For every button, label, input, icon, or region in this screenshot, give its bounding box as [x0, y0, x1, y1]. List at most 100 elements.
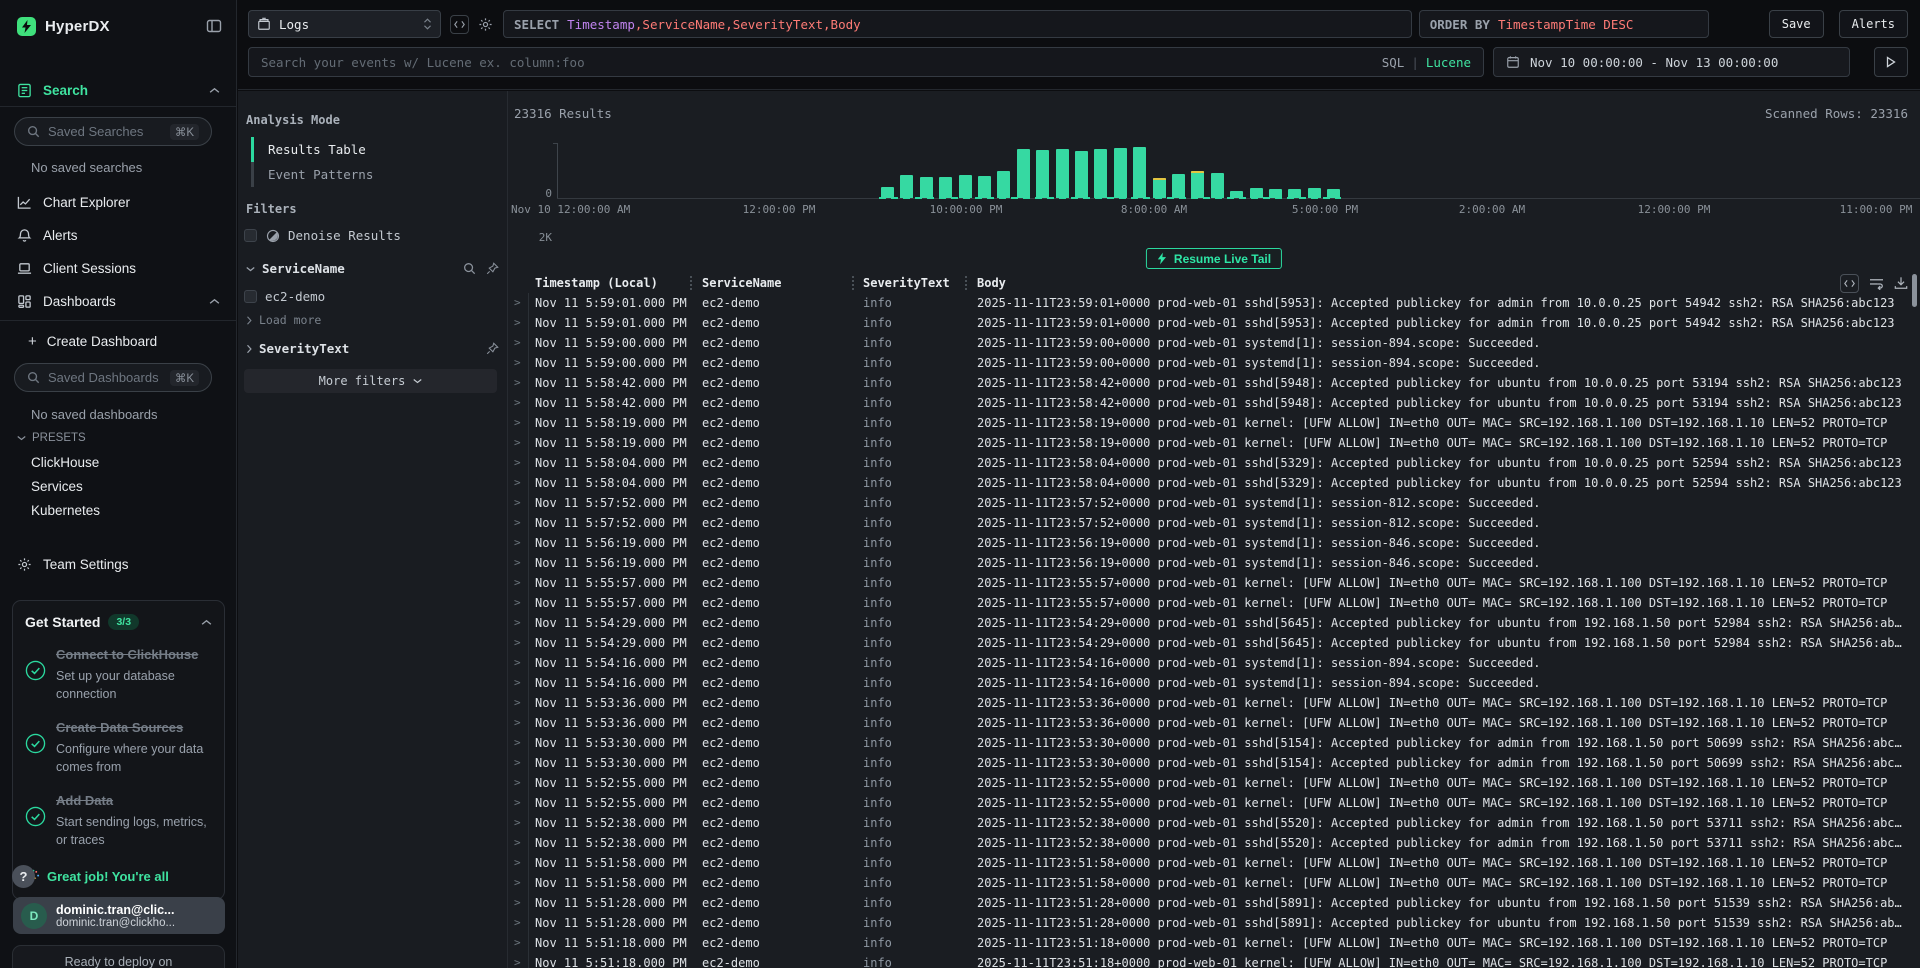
column-resize-handle[interactable]: [852, 276, 854, 290]
mode-results-table[interactable]: Results Table: [251, 137, 373, 162]
histogram-bar[interactable]: [1269, 189, 1282, 198]
download-icon[interactable]: [1894, 276, 1908, 290]
table-row[interactable]: >Nov 11 5:55:57.000 PMec2-demoinfo2025-1…: [508, 573, 1920, 593]
lang-toggle-sql[interactable]: SQL: [1382, 55, 1405, 70]
table-row[interactable]: >Nov 11 5:58:04.000 PMec2-demoinfo2025-1…: [508, 453, 1920, 473]
row-expand-chevron[interactable]: >: [508, 693, 529, 713]
resume-live-tail-button[interactable]: Resume Live Tail: [1146, 248, 1282, 269]
histogram-bar[interactable]: [1036, 150, 1049, 198]
pin-icon[interactable]: [486, 262, 499, 275]
histogram-bar[interactable]: [959, 175, 972, 198]
row-expand-chevron[interactable]: >: [508, 893, 529, 913]
filter-group-severitytext[interactable]: SeverityText: [246, 341, 499, 356]
table-row[interactable]: >Nov 11 5:59:00.000 PMec2-demoinfo2025-1…: [508, 353, 1920, 373]
row-expand-chevron[interactable]: >: [508, 353, 529, 373]
table-row[interactable]: >Nov 11 5:59:00.000 PMec2-demoinfo2025-1…: [508, 333, 1920, 353]
row-expand-chevron[interactable]: >: [508, 473, 529, 493]
header-timestamp[interactable]: Timestamp (Local): [529, 273, 696, 293]
row-expand-chevron[interactable]: >: [508, 773, 529, 793]
row-expand-chevron[interactable]: >: [508, 753, 529, 773]
histogram-bar[interactable]: [1133, 147, 1146, 198]
table-row[interactable]: >Nov 11 5:53:36.000 PMec2-demoinfo2025-1…: [508, 713, 1920, 733]
row-expand-chevron[interactable]: >: [508, 533, 529, 553]
table-row[interactable]: >Nov 11 5:59:01.000 PMec2-demoinfo2025-1…: [508, 313, 1920, 333]
more-filters-button[interactable]: More filters: [244, 369, 497, 393]
histogram-bar[interactable]: [920, 177, 933, 198]
row-expand-chevron[interactable]: >: [508, 313, 529, 333]
histogram-bar[interactable]: [1094, 149, 1107, 198]
histogram-bar[interactable]: [997, 171, 1010, 198]
row-expand-chevron[interactable]: >: [508, 333, 529, 353]
row-expand-chevron[interactable]: >: [508, 433, 529, 453]
saved-searches-input[interactable]: Saved Searches ⌘K: [14, 117, 212, 146]
table-row[interactable]: >Nov 11 5:51:58.000 PMec2-demoinfo2025-1…: [508, 853, 1920, 873]
table-row[interactable]: >Nov 11 5:54:16.000 PMec2-demoinfo2025-1…: [508, 653, 1920, 673]
row-expand-chevron[interactable]: >: [508, 873, 529, 893]
ec2-demo-checkbox[interactable]: [244, 290, 257, 303]
results-histogram[interactable]: 2K 0 Nov 10 12:00:00 AM 12:00:00 PM 10:0…: [508, 91, 1920, 226]
histogram-bar[interactable]: [1114, 148, 1127, 198]
table-row[interactable]: >Nov 11 5:58:19.000 PMec2-demoinfo2025-1…: [508, 413, 1920, 433]
table-row[interactable]: >Nov 11 5:59:01.000 PMec2-demoinfo2025-1…: [508, 293, 1920, 313]
row-expand-chevron[interactable]: >: [508, 653, 529, 673]
table-row[interactable]: >Nov 11 5:53:36.000 PMec2-demoinfo2025-1…: [508, 693, 1920, 713]
sidebar-item-alerts[interactable]: Alerts: [0, 223, 236, 247]
sidebar-item-search[interactable]: Search: [0, 78, 236, 102]
sidebar-item-chart-explorer[interactable]: Chart Explorer: [0, 190, 236, 214]
row-expand-chevron[interactable]: >: [508, 553, 529, 573]
table-row[interactable]: >Nov 11 5:58:42.000 PMec2-demoinfo2025-1…: [508, 393, 1920, 413]
table-row[interactable]: >Nov 11 5:58:04.000 PMec2-demoinfo2025-1…: [508, 473, 1920, 493]
histogram-bar[interactable]: [1211, 173, 1224, 198]
table-row[interactable]: >Nov 11 5:54:29.000 PMec2-demoinfo2025-1…: [508, 633, 1920, 653]
select-columns-input[interactable]: SELECT Timestamp,ServiceName,SeverityTex…: [503, 10, 1412, 38]
table-row[interactable]: >Nov 11 5:54:29.000 PMec2-demoinfo2025-1…: [508, 613, 1920, 633]
histogram-bar[interactable]: [881, 187, 894, 198]
table-row[interactable]: >Nov 11 5:52:38.000 PMec2-demoinfo2025-1…: [508, 813, 1920, 833]
row-expand-chevron[interactable]: >: [508, 933, 529, 953]
date-range-picker[interactable]: Nov 10 00:00:00 - Nov 13 00:00:00: [1493, 47, 1850, 77]
histogram-bar[interactable]: [1250, 188, 1263, 198]
help-button[interactable]: ?: [12, 865, 35, 888]
order-by-input[interactable]: ORDER BY TimestampTime DESC: [1419, 10, 1709, 38]
table-row[interactable]: >Nov 11 5:56:19.000 PMec2-demoinfo2025-1…: [508, 553, 1920, 573]
preset-services[interactable]: Services: [31, 479, 83, 494]
header-body[interactable]: Body: [971, 273, 1920, 293]
filter-value-ec2-demo[interactable]: ec2-demo: [244, 289, 325, 304]
column-resize-handle[interactable]: [965, 276, 967, 290]
table-row[interactable]: >Nov 11 5:52:55.000 PMec2-demoinfo2025-1…: [508, 793, 1920, 813]
row-expand-chevron[interactable]: >: [508, 613, 529, 633]
run-query-button[interactable]: [1874, 47, 1908, 77]
histogram-bar[interactable]: [1017, 149, 1030, 198]
table-row[interactable]: >Nov 11 5:51:18.000 PMec2-demoinfo2025-1…: [508, 933, 1920, 953]
table-row[interactable]: >Nov 11 5:51:18.000 PMec2-demoinfo2025-1…: [508, 953, 1920, 968]
mode-event-patterns[interactable]: Event Patterns: [251, 162, 373, 187]
saved-dashboards-input[interactable]: Saved Dashboards ⌘K: [14, 363, 212, 392]
table-row[interactable]: >Nov 11 5:55:57.000 PMec2-demoinfo2025-1…: [508, 593, 1920, 613]
table-row[interactable]: >Nov 11 5:58:42.000 PMec2-demoinfo2025-1…: [508, 373, 1920, 393]
sidebar-item-client-sessions[interactable]: Client Sessions: [0, 256, 236, 280]
user-profile[interactable]: D dominic.tran@clic... dominic.tran@clic…: [13, 897, 225, 934]
histogram-bar[interactable]: [900, 175, 913, 198]
denoise-results-row[interactable]: Denoise Results: [244, 228, 401, 243]
table-row[interactable]: >Nov 11 5:52:55.000 PMec2-demoinfo2025-1…: [508, 773, 1920, 793]
presets-section-toggle[interactable]: PRESETS: [17, 432, 86, 444]
load-more-button[interactable]: Load more: [246, 313, 321, 327]
histogram-bar[interactable]: [1230, 191, 1243, 198]
column-resize-handle[interactable]: [690, 276, 692, 290]
histogram-bar[interactable]: [939, 177, 952, 198]
table-row[interactable]: >Nov 11 5:51:58.000 PMec2-demoinfo2025-1…: [508, 873, 1920, 893]
preset-kubernetes[interactable]: Kubernetes: [31, 503, 100, 518]
histogram-bar[interactable]: [1075, 151, 1088, 198]
view-source-code-icon[interactable]: [1840, 274, 1859, 293]
row-expand-chevron[interactable]: >: [508, 913, 529, 933]
row-expand-chevron[interactable]: >: [508, 293, 529, 313]
table-row[interactable]: >Nov 11 5:51:28.000 PMec2-demoinfo2025-1…: [508, 893, 1920, 913]
table-row[interactable]: >Nov 11 5:53:30.000 PMec2-demoinfo2025-1…: [508, 753, 1920, 773]
row-expand-chevron[interactable]: >: [508, 453, 529, 473]
denoise-checkbox[interactable]: [244, 229, 257, 242]
wrap-lines-icon[interactable]: [1869, 277, 1884, 290]
table-row[interactable]: >Nov 11 5:52:38.000 PMec2-demoinfo2025-1…: [508, 833, 1920, 853]
sidebar-item-dashboards[interactable]: Dashboards: [0, 289, 236, 313]
histogram-bar[interactable]: [1288, 189, 1301, 198]
header-severitytext[interactable]: SeverityText: [857, 273, 971, 293]
